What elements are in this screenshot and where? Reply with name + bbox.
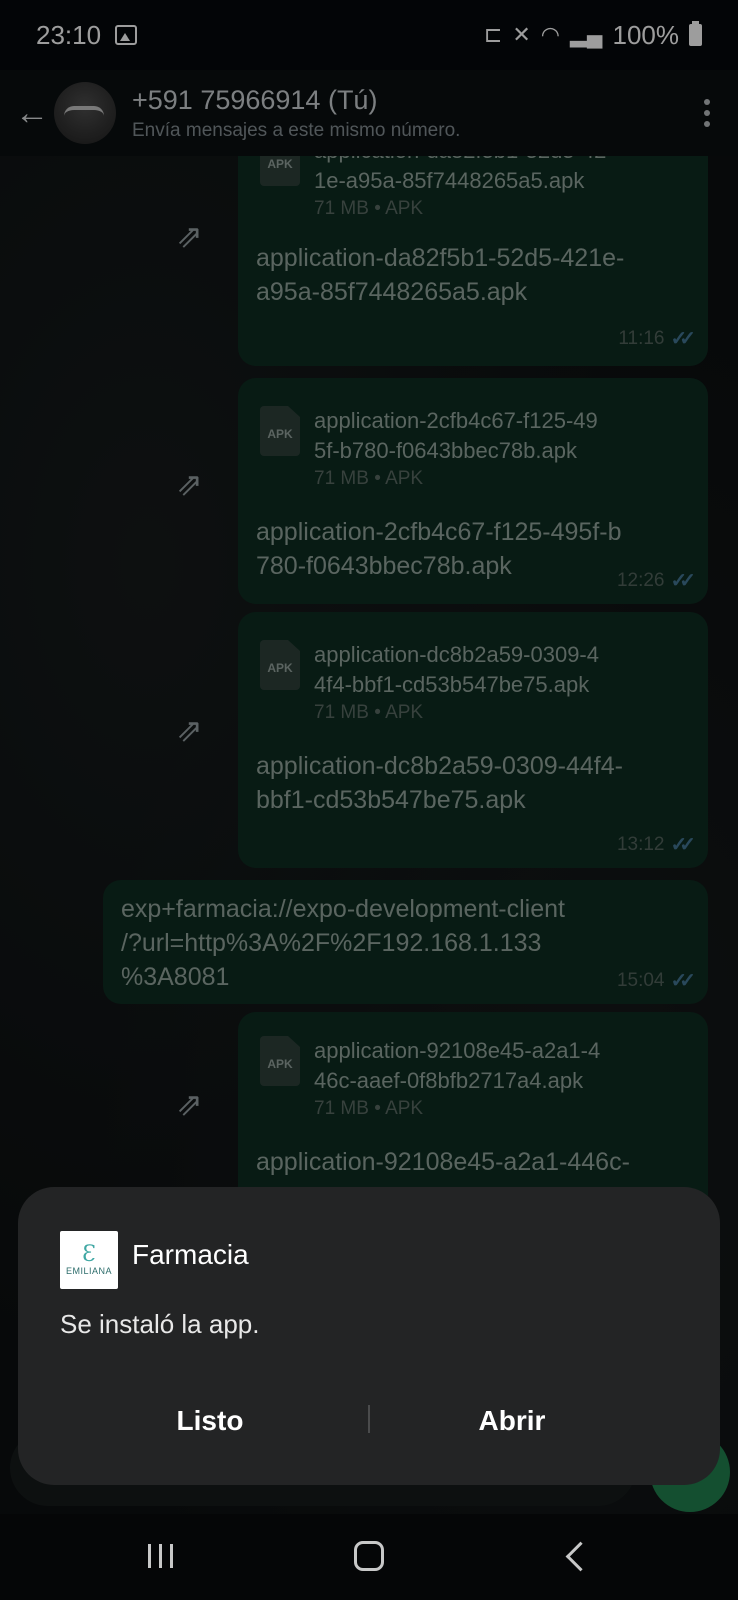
apk-file-icon: APK	[260, 406, 300, 456]
file-attachment[interactable]: APK application-dc8b2a59-0309-4 4f4-bbf1…	[260, 640, 674, 724]
home-icon[interactable]	[354, 1541, 384, 1571]
apk-file-icon: APK	[260, 640, 300, 690]
file-name: application-92108e45-a2a1-4 46c-aaef-0f8…	[314, 1038, 601, 1093]
read-ticks-icon: ✓✓	[670, 570, 695, 592]
message-caption: application-92108e45-a2a1-446c-	[256, 1148, 630, 1176]
read-ticks-icon: ✓✓	[670, 970, 695, 992]
message-caption: application-da82f5b1-52d5-421e- a95a-85f…	[256, 244, 625, 306]
message-time: 13:12 ✓✓	[616, 833, 696, 857]
battery-icon	[689, 21, 702, 46]
recents-icon[interactable]	[148, 1544, 173, 1568]
back-nav-icon[interactable]	[566, 1540, 584, 1572]
system-nav-bar	[0, 1514, 738, 1600]
open-button[interactable]: Abrir	[362, 1391, 662, 1451]
done-button[interactable]: Listo	[60, 1391, 360, 1451]
battery-percent: 100%	[612, 19, 680, 50]
mute-icon: ✕	[512, 22, 531, 47]
message-caption: application-dc8b2a59-0309-44f4- bbf1-cd5…	[256, 752, 623, 814]
file-name: application-2cfb4c67-f125-49 5f-b780-f06…	[314, 408, 598, 463]
read-ticks-icon: ✓✓	[670, 834, 695, 856]
forward-icon[interactable]: ⇗	[176, 1088, 212, 1120]
install-message: Se instaló la app.	[60, 1309, 260, 1339]
wifi-icon: ◠	[540, 22, 560, 47]
file-name: application-dc8b2a59-0309-4 4f4-bbf1-cd5…	[314, 642, 599, 697]
contact-info[interactable]: +591 75966914 (Tú) Envía mensajes a este…	[132, 85, 460, 142]
apk-file-icon: APK	[260, 1036, 300, 1086]
file-meta: 71 MB • APK	[314, 1098, 424, 1119]
file-meta: 71 MB • APK	[314, 198, 424, 219]
file-meta: 71 MB • APK	[314, 468, 424, 489]
file-attachment[interactable]: APK application-2cfb4c67-f125-49 5f-b780…	[260, 406, 674, 490]
contact-subtitle: Envía mensajes a este mismo número.	[132, 119, 461, 141]
message-time: 12:26 ✓✓	[616, 569, 696, 593]
read-ticks-icon: ✓✓	[670, 328, 695, 350]
install-complete-dialog: Ɛ EMILIANA Farmacia Se instaló la app. L…	[18, 1187, 720, 1485]
file-meta: 71 MB • APK	[314, 702, 424, 723]
signal-icon: ▂▄	[569, 22, 603, 47]
forward-icon[interactable]: ⇗	[176, 714, 212, 746]
message-bubble[interactable]: APK application-dc8b2a59-0309-4 4f4-bbf1…	[238, 612, 708, 868]
message-bubble[interactable]: APK application-da82f5b1-52d5-42 1e-a95a…	[238, 156, 708, 366]
file-attachment[interactable]: APK application-92108e45-a2a1-4 46c-aaef…	[260, 1036, 674, 1120]
message-bubble[interactable]: APK application-2cfb4c67-f125-49 5f-b780…	[238, 378, 708, 604]
forward-icon[interactable]: ⇗	[176, 468, 212, 500]
app-name: Farmacia	[132, 1239, 249, 1270]
apk-file-icon: APK	[260, 156, 300, 186]
farmacia-app-icon: Ɛ EMILIANA	[60, 1231, 118, 1289]
message-text[interactable]: exp+farmacia://expo-development-client /…	[121, 892, 681, 994]
forward-icon[interactable]: ⇗	[176, 220, 212, 252]
more-options-icon[interactable]	[704, 99, 710, 127]
status-icons: ⊏ ✕ ◠ ▂▄ 100%	[484, 20, 702, 51]
message-time: 11:16 ✓✓	[618, 327, 695, 351]
status-bar: 23:10 ⊏ ✕ ◠ ▂▄ 100%	[0, 0, 738, 70]
status-time: 23:10	[36, 19, 102, 50]
file-attachment[interactable]: APK application-da82f5b1-52d5-42 1e-a95a…	[260, 156, 674, 220]
image-notification-icon	[115, 25, 138, 45]
back-arrow-icon[interactable]: ←	[12, 93, 52, 133]
chat-header: ← +591 75966914 (Tú) Envía mensajes a es…	[0, 70, 738, 156]
message-bubble[interactable]: exp+farmacia://expo-development-client /…	[103, 880, 708, 1004]
sleep-icon: ⊏	[483, 22, 503, 47]
avatar[interactable]	[54, 82, 116, 144]
message-time: 15:04 ✓✓	[616, 969, 696, 993]
contact-name: +591 75966914 (Tú)	[132, 84, 378, 115]
file-name: application-da82f5b1-52d5-42 1e-a95a-85f…	[314, 156, 606, 193]
